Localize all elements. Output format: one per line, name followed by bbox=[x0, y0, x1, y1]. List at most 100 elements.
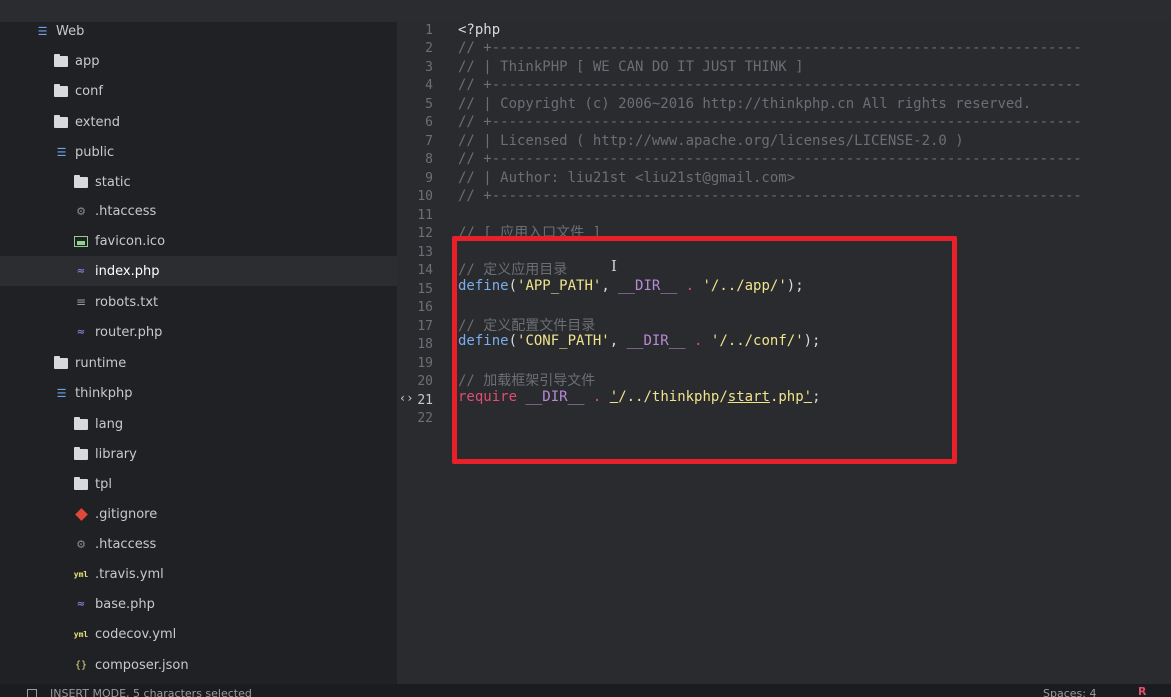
folder-open-icon: ☰ bbox=[56, 145, 67, 159]
folder-icon bbox=[54, 355, 68, 369]
tree-item-label: tpl bbox=[95, 476, 112, 492]
title-bar bbox=[0, 0, 1171, 22]
image-file-icon bbox=[74, 235, 88, 247]
tree-item[interactable]: ☰ Web bbox=[0, 22, 397, 46]
tree-item[interactable]: favicon.ico bbox=[0, 226, 397, 256]
tree-item-label: Web bbox=[56, 23, 85, 39]
tree-item[interactable]: {} composer.json bbox=[0, 650, 397, 680]
mouse-cursor-icon: I bbox=[611, 257, 617, 275]
status-r-icon: R bbox=[1138, 685, 1147, 697]
tree-item-label: conf bbox=[75, 83, 103, 99]
tree-item[interactable]: ≡ robots.txt bbox=[0, 287, 397, 317]
code-line-7: // | Licensed ( http://www.apache.org/li… bbox=[458, 133, 964, 149]
code-line-8: // +------------------------------------… bbox=[458, 151, 1082, 167]
tree-item-label: app bbox=[75, 53, 100, 69]
tree-item[interactable]: yml codecov.yml bbox=[0, 619, 397, 649]
line-number: 22 bbox=[417, 411, 433, 426]
tree-item-label: favicon.ico bbox=[95, 233, 166, 249]
tree-item[interactable]: library bbox=[0, 439, 397, 469]
folder-icon bbox=[74, 476, 88, 490]
line-number: 10 bbox=[417, 189, 433, 204]
red-highlight-box bbox=[452, 236, 957, 464]
tree-item[interactable]: tpl bbox=[0, 469, 397, 499]
folder-icon bbox=[54, 53, 68, 67]
line-number: 17 bbox=[417, 319, 433, 334]
text-file-icon: ≡ bbox=[75, 295, 87, 309]
tree-item[interactable]: ⚙ .htaccess bbox=[0, 196, 397, 226]
tree-item-label: public bbox=[75, 144, 115, 160]
line-number: 18 bbox=[417, 337, 433, 352]
tree-item[interactable]: lang bbox=[0, 409, 397, 439]
line-number: 3 bbox=[425, 60, 433, 75]
line-number-gutter: 1 2 3 4 5 6 7 8 9 10 11 12 13 14 15 16 17 18 19 20 21 22 bbox=[397, 22, 437, 684]
tree-item[interactable]: extend bbox=[0, 107, 397, 137]
line-number: 20 bbox=[417, 374, 433, 389]
gear-file-icon: ⚙ bbox=[76, 537, 86, 551]
status-bar: INSERT MODE, 5 characters selected Space… bbox=[0, 684, 1171, 697]
tree-item[interactable]: ☰ thinkphp bbox=[0, 378, 397, 408]
line-number: 12 bbox=[417, 226, 433, 241]
tree-item[interactable]: yml .travis.yml bbox=[0, 559, 397, 589]
line-number: 6 bbox=[425, 115, 433, 130]
folder-open-icon: ☰ bbox=[56, 386, 67, 400]
status-checkbox-icon[interactable] bbox=[27, 689, 37, 697]
folder-icon bbox=[54, 114, 68, 128]
folder-open-icon: ☰ bbox=[37, 24, 48, 38]
tree-item-label: .htaccess bbox=[95, 536, 157, 552]
indentation-setting[interactable]: Spaces: 4 bbox=[1043, 687, 1096, 697]
yml-file-icon: yml bbox=[73, 629, 89, 639]
code-line-3: // | ThinkPHP [ WE CAN DO IT JUST THINK … bbox=[458, 59, 804, 75]
tree-item[interactable]: static bbox=[0, 167, 397, 197]
tree-item[interactable]: .gitignore bbox=[0, 499, 397, 529]
line-number: 1 bbox=[425, 23, 433, 38]
code-line-5: // | Copyright (c) 2006~2016 http://thin… bbox=[458, 96, 1032, 112]
line-number: 15 bbox=[417, 282, 433, 297]
yml-file-icon: yml bbox=[73, 569, 89, 579]
tree-item-label: index.php bbox=[95, 263, 160, 279]
bookmark-marker-icon: ‹› bbox=[399, 391, 414, 405]
tree-item[interactable]: ≈ router.php bbox=[0, 317, 397, 347]
git-file-icon bbox=[74, 507, 88, 521]
php-file-icon: ≈ bbox=[76, 598, 86, 610]
tree-item-label: composer.json bbox=[95, 657, 189, 673]
json-file-icon: {} bbox=[74, 659, 88, 671]
code-line-1: <?php bbox=[458, 22, 501, 38]
tree-item-label: base.php bbox=[95, 596, 155, 612]
tree-item[interactable]: ≈ base.php bbox=[0, 589, 397, 619]
tree-item-label: .htaccess bbox=[95, 203, 157, 219]
tree-item-label: runtime bbox=[75, 355, 127, 371]
tree-item-label: extend bbox=[75, 114, 121, 130]
folder-icon bbox=[54, 83, 68, 97]
tree-item[interactable]: app bbox=[0, 46, 397, 76]
tree-item[interactable]: ≈ index.php bbox=[0, 256, 397, 286]
tree-item-label: .gitignore bbox=[95, 506, 158, 522]
code-line-9: // | Author: liu21st <liu21st@gmail.com> bbox=[458, 170, 796, 186]
tree-item-label: thinkphp bbox=[75, 385, 133, 401]
tree-item-label: router.php bbox=[95, 324, 163, 340]
line-number: 14 bbox=[417, 263, 433, 278]
line-number: 8 bbox=[425, 152, 433, 167]
line-number: 9 bbox=[425, 171, 433, 186]
tree-item[interactable]: ☰ public bbox=[0, 137, 397, 167]
tree-item-label: library bbox=[95, 446, 137, 462]
tree-item-label: static bbox=[95, 174, 131, 190]
gear-file-icon: ⚙ bbox=[76, 204, 86, 218]
code-line-6: // +------------------------------------… bbox=[458, 114, 1082, 130]
tree-item[interactable]: runtime bbox=[0, 348, 397, 378]
file-tree-sidebar: ☰ Web app conf extend ☰ public static ⚙ .htaccess… bbox=[0, 22, 397, 684]
php-file-icon: ≈ bbox=[76, 265, 86, 277]
line-number: 11 bbox=[417, 208, 433, 223]
line-number: 16 bbox=[417, 300, 433, 315]
tree-item-label: .travis.yml bbox=[95, 566, 164, 582]
code-line-2: // +------------------------------------… bbox=[458, 40, 1082, 56]
line-number: 4 bbox=[425, 78, 433, 93]
tree-item[interactable]: conf bbox=[0, 76, 397, 106]
line-number: 5 bbox=[425, 97, 433, 112]
tree-item-label: robots.txt bbox=[95, 294, 159, 310]
php-file-icon: ≈ bbox=[76, 326, 86, 338]
line-number: 7 bbox=[425, 134, 433, 149]
folder-icon bbox=[74, 174, 88, 188]
line-number: 19 bbox=[417, 356, 433, 371]
tree-item[interactable]: ⚙ .htaccess bbox=[0, 529, 397, 559]
line-number: 2 bbox=[425, 41, 433, 56]
